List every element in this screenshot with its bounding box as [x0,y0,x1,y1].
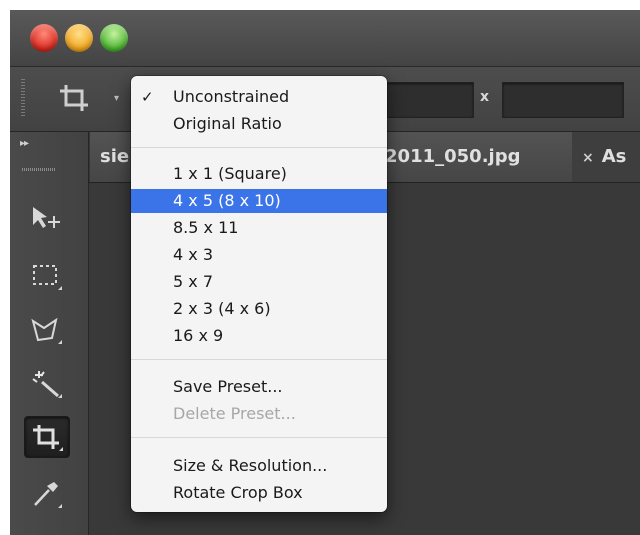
submenu-corner-icon [58,504,62,508]
tools-panel: ▸▸ [10,132,89,535]
zoom-window-button[interactable] [100,24,128,52]
menu-item-label: Unconstrained [173,87,290,106]
move-tool[interactable] [24,198,68,238]
document-tab-3[interactable]: × As [572,132,640,182]
menu-item-label: 2 x 3 (4 x 6) [173,299,271,318]
tools-panel-grip[interactable] [22,168,56,171]
move-icon [33,207,60,228]
menu-item-size-resolution[interactable]: Size & Resolution... [131,454,387,478]
document-tab-label: sie [100,146,130,167]
menu-item-label: Save Preset... [173,377,283,396]
menu-item-5x7[interactable]: 5 x 7 [131,270,387,294]
menu-item-unconstrained[interactable]: ✓ Unconstrained [131,85,387,109]
ratio-times-symbol: x [480,89,490,105]
menu-item-label: Rotate Crop Box [173,483,303,502]
menu-item-label: Original Ratio [173,114,282,133]
menu-separator [131,437,387,438]
crop-icon[interactable] [58,83,92,113]
eyedropper-tool[interactable] [24,474,68,514]
menu-separator [131,147,387,148]
menu-separator [131,359,387,360]
magic-wand-tool[interactable] [24,364,68,404]
menu-item-8-5x11[interactable]: 8.5 x 11 [131,216,387,240]
minimize-window-button[interactable] [65,24,93,52]
lasso-tool[interactable] [24,310,68,350]
menu-item-original-ratio[interactable]: Original Ratio [131,112,387,136]
title-bar [10,10,640,67]
menu-item-label: 4 x 3 [173,245,213,264]
submenu-corner-icon [58,286,62,290]
menu-item-label: Size & Resolution... [173,456,328,475]
submenu-corner-icon [59,447,63,451]
submenu-corner-icon [58,340,62,344]
crop-tool[interactable] [24,416,70,458]
menu-item-label: 1 x 1 (Square) [173,164,287,183]
submenu-corner-icon [58,394,62,398]
menu-item-16x9[interactable]: 16 x 9 [131,324,387,348]
menu-item-delete-preset: Delete Preset... [131,402,387,426]
document-tab-label: As [601,146,627,167]
menu-item-label: 4 x 5 (8 x 10) [173,191,281,210]
menu-item-1x1[interactable]: 1 x 1 (Square) [131,162,387,186]
menu-item-label: 8.5 x 11 [173,218,239,237]
ratio-height-field[interactable] [502,82,624,118]
close-icon[interactable]: × [582,150,594,166]
menu-item-label: 5 x 7 [173,272,213,291]
marquee-tool[interactable] [24,256,68,296]
menu-item-label: 16 x 9 [173,326,224,345]
double-chevron-icon[interactable]: ▸▸ [20,138,29,149]
dropdown-arrow-icon[interactable]: ▾ [114,93,119,104]
menu-item-rotate-crop-box[interactable]: Rotate Crop Box [131,481,387,505]
options-bar-grip[interactable] [21,79,25,117]
crop-ratio-dropdown-menu: ✓ Unconstrained Original Ratio 1 x 1 (Sq… [131,76,387,512]
menu-item-save-preset[interactable]: Save Preset... [131,375,387,399]
checkmark-icon: ✓ [141,88,154,106]
ratio-width-field[interactable] [384,82,474,118]
menu-item-4x3[interactable]: 4 x 3 [131,243,387,267]
menu-item-4x5[interactable]: 4 x 5 (8 x 10) [131,189,387,213]
menu-item-label: Delete Preset... [173,404,296,423]
close-window-button[interactable] [30,24,58,52]
menu-item-2x3[interactable]: 2 x 3 (4 x 6) [131,297,387,321]
